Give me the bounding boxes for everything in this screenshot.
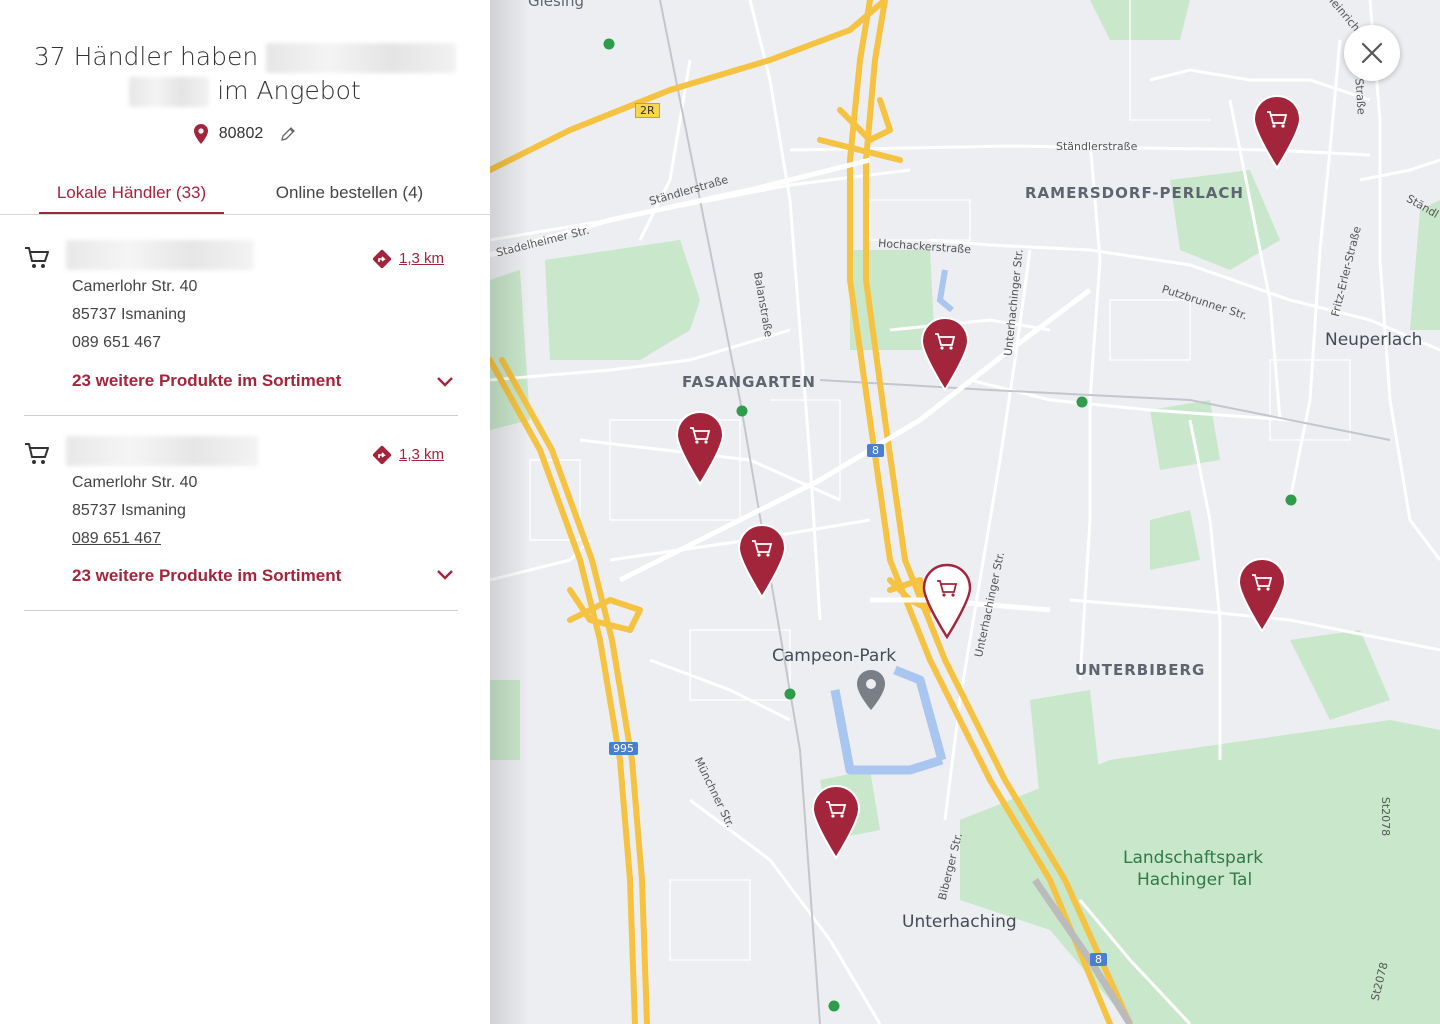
sbahn-station-icon [1076, 396, 1088, 408]
results-sidebar: 37 Händler haben im Angebot 80802 Lokale… [0, 0, 490, 1024]
sbahn-station-icon [1285, 494, 1297, 506]
chevron-down-icon[interactable] [436, 376, 454, 388]
close-icon [1361, 42, 1383, 64]
street-label-staendler: Ständlerstraße [1056, 140, 1138, 153]
highway-shield-8-south: 8 [1090, 953, 1107, 966]
dealer-map-pin[interactable] [675, 410, 725, 486]
sbahn-station-icon [736, 405, 748, 417]
sidebar-shadow [490, 0, 530, 1024]
location-pin-icon [194, 124, 209, 144]
map-label-campeon-park: Campeon-Park [772, 646, 897, 666]
distance-text: 1,3 km [398, 249, 444, 267]
dealer-street: Camerlohr Str. 40 [72, 278, 198, 295]
tab-local-dealers[interactable]: Lokale Händler (33) [39, 180, 224, 214]
tab-bar: Lokale Händler (33) Online bestellen (4) [0, 180, 490, 215]
distance-text: 1,3 km [398, 445, 444, 463]
street-label-st2078: St2078 [1379, 796, 1393, 837]
more-products-link[interactable]: 23 weitere Produkte im Sortiment [72, 566, 341, 586]
map-label-landschaftspark: Landschaftspark [1123, 848, 1264, 868]
map-label-fasangarten: FASANGARTEN [682, 373, 816, 391]
title-count: 37 Händler haben [33, 42, 259, 71]
redacted-product-name [266, 43, 457, 73]
edit-pencil-icon[interactable] [280, 126, 296, 142]
location-row: 80802 [0, 124, 490, 144]
dealer-map-pin[interactable] [737, 523, 787, 599]
more-products-link[interactable]: 23 weitere Produkte im Sortiment [72, 371, 341, 391]
map-label-ramersdorf: RAMERSDORF-PERLACH [1025, 184, 1244, 202]
cart-icon [25, 247, 49, 268]
tab-online-order[interactable]: Online bestellen (4) [262, 180, 437, 214]
street-label-strasse: Straße [1352, 77, 1368, 116]
sbahn-station-icon [603, 38, 615, 50]
cart-icon [25, 443, 49, 464]
dealer-map-pin-selected[interactable] [922, 563, 972, 639]
highway-shield-8: 8 [867, 444, 884, 457]
title-suffix: im Angebot [217, 76, 361, 105]
redacted-dealer-name [66, 240, 254, 270]
map-label-neuperlach: Neuperlach [1325, 330, 1423, 350]
redacted-dealer-name [66, 436, 258, 466]
dealer-city: 85737 Ismaning [72, 502, 186, 519]
distance-link[interactable]: 1,3 km [371, 444, 444, 466]
dealer-street: Camerlohr Str. 40 [72, 474, 198, 491]
highway-shield-2r: 2R [635, 103, 660, 118]
dealer-map-pin[interactable] [920, 316, 970, 392]
dealer-phone[interactable]: 089 651 467 [72, 334, 161, 352]
page-title: 37 Händler haben im Angebot [0, 40, 490, 108]
route-icon [372, 249, 392, 269]
dealer-list-item[interactable]: 1,3 km Camerlohr Str. 40 85737 Ismaning … [24, 240, 458, 416]
dealer-map-pin[interactable] [811, 784, 861, 860]
redacted-product-name-2 [129, 77, 210, 107]
map-label-hachinger-tal: Hachinger Tal [1137, 870, 1253, 890]
dealer-phone[interactable]: 089 651 467 [72, 530, 161, 548]
map-label-unterbiberg: UNTERBIBERG [1075, 661, 1206, 679]
highway-shield-995: 995 [609, 742, 638, 755]
map-label-giesing: Giesing [528, 0, 585, 10]
chevron-down-icon[interactable] [436, 569, 454, 581]
dealer-map-pin[interactable] [1252, 94, 1302, 170]
map-label-unterhaching: Unterhaching [902, 912, 1017, 932]
dealer-list-item[interactable]: 1,3 km Camerlohr Str. 40 85737 Ismaning … [24, 436, 458, 611]
sbahn-station-icon [828, 1000, 840, 1012]
poi-pin-icon[interactable] [857, 670, 885, 710]
route-icon [372, 445, 392, 465]
zip-code: 80802 [218, 125, 264, 142]
dealer-city: 85737 Ismaning [72, 306, 186, 323]
dealer-map-pin[interactable] [1237, 557, 1287, 633]
distance-link[interactable]: 1,3 km [371, 248, 444, 270]
close-button[interactable] [1344, 25, 1400, 81]
sbahn-station-icon [784, 688, 796, 700]
